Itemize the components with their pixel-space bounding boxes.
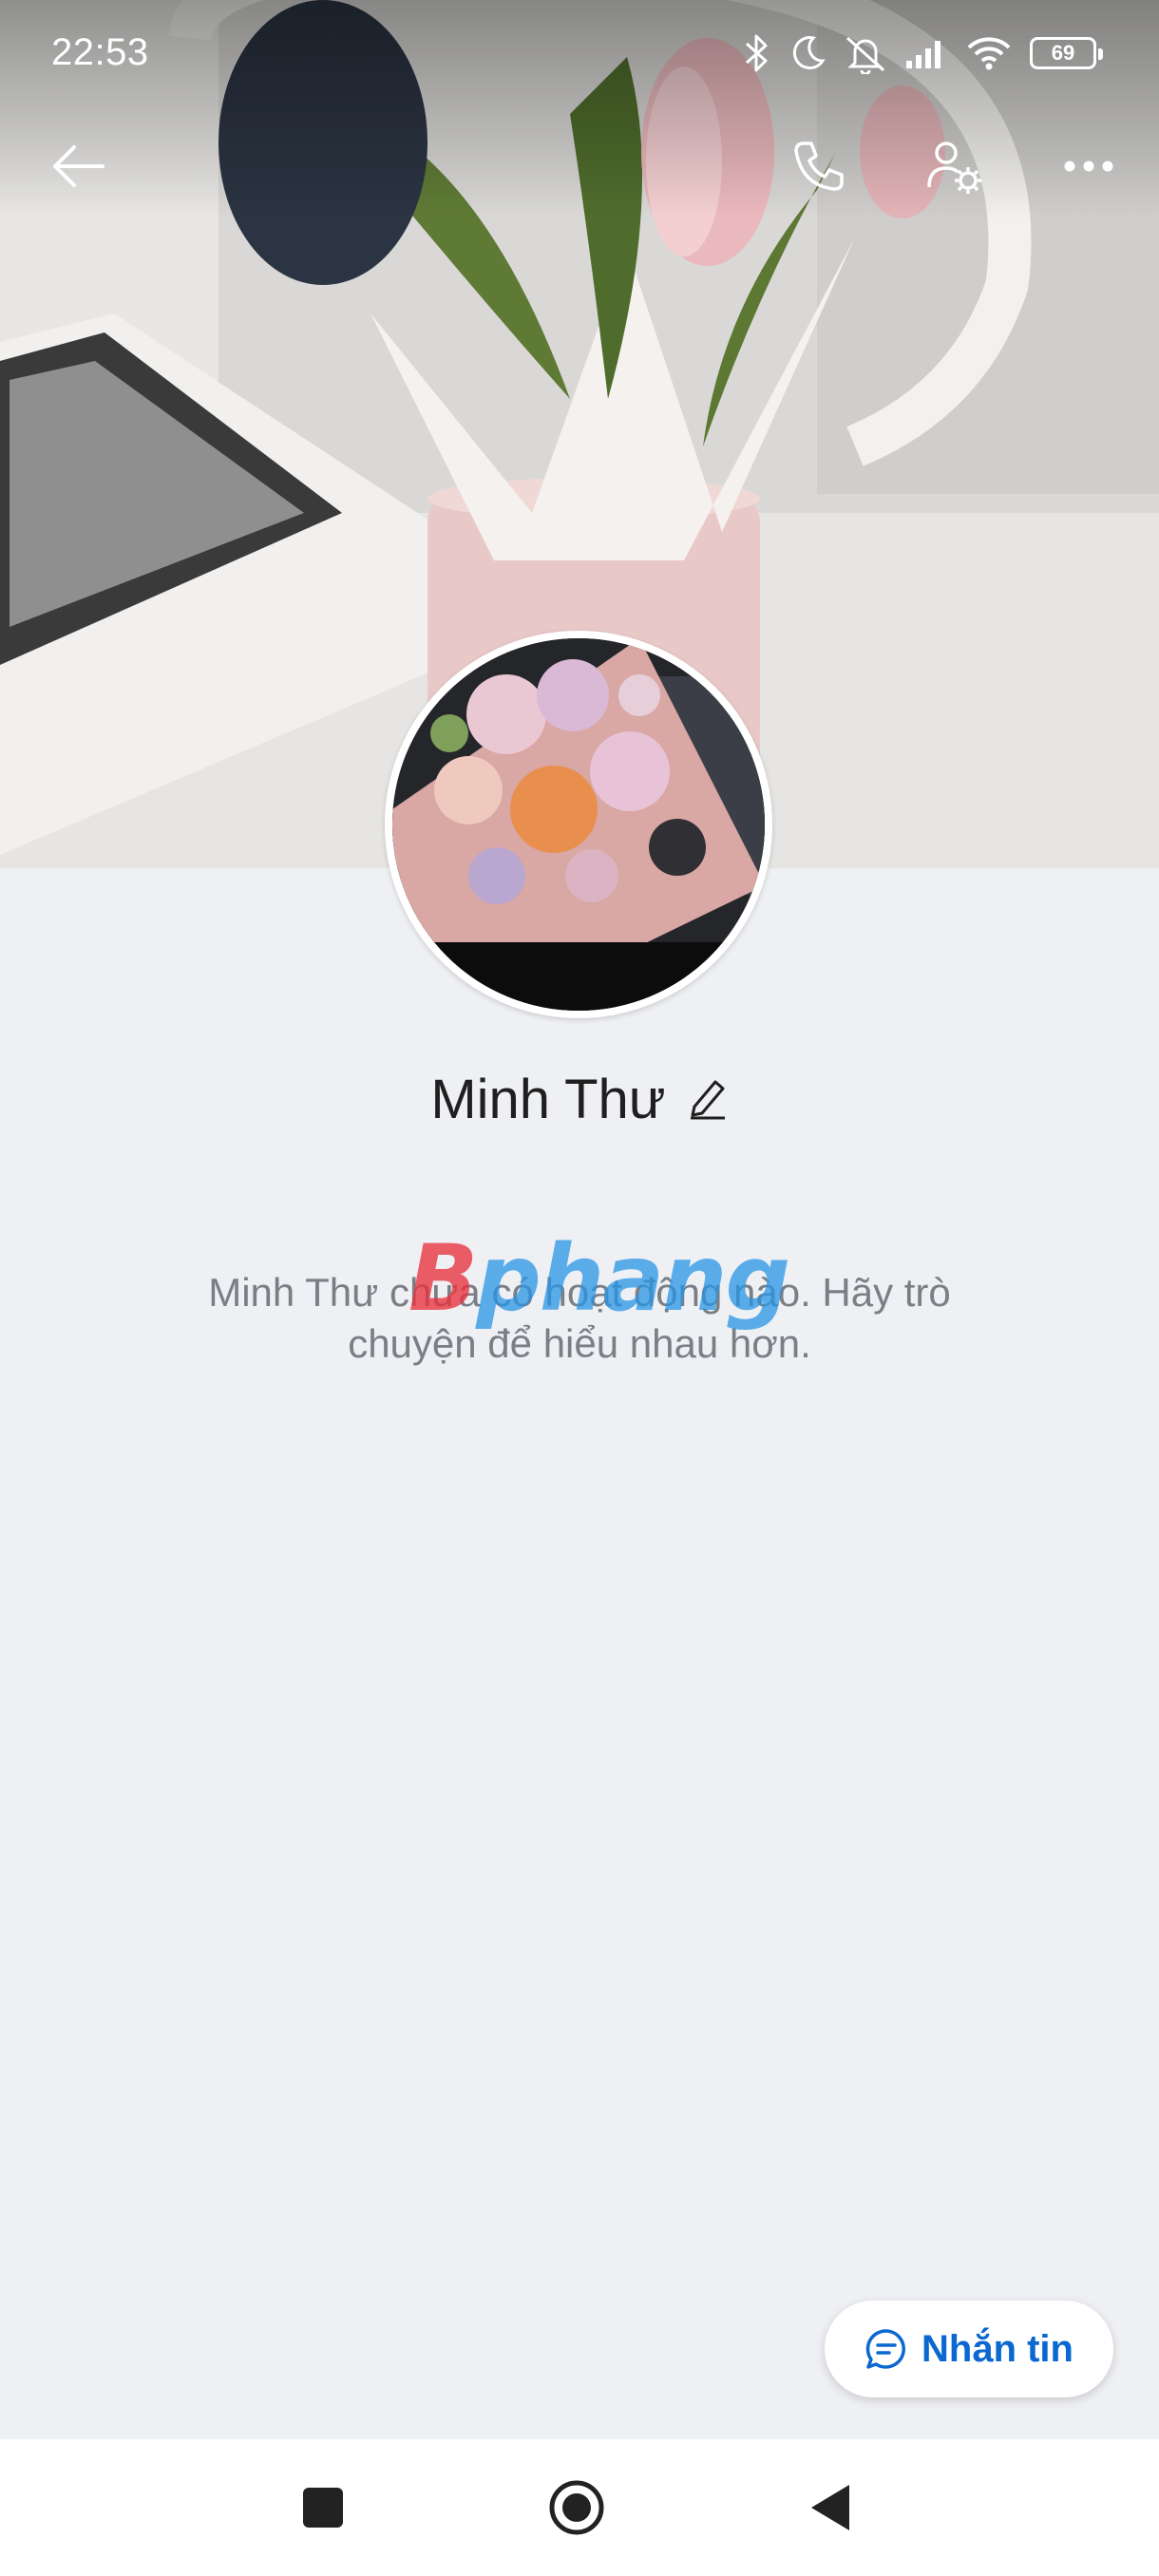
recent-apps-icon xyxy=(303,2488,343,2528)
signal-icon xyxy=(904,36,948,70)
avatar[interactable] xyxy=(385,631,772,1018)
status-icons: 69 xyxy=(743,27,1103,80)
edit-name-button[interactable] xyxy=(687,1074,729,1125)
wifi-icon xyxy=(965,34,1013,72)
message-button[interactable]: Nhắn tin xyxy=(825,2301,1113,2397)
silent-bell-icon xyxy=(844,32,887,74)
phone-icon xyxy=(794,142,844,191)
back-arrow-icon xyxy=(53,145,104,187)
user-settings-icon xyxy=(927,142,981,194)
profile-name-row: Minh Thư xyxy=(0,1056,1159,1142)
home-icon xyxy=(549,2480,604,2535)
bluetooth-icon xyxy=(743,32,771,74)
moon-icon xyxy=(788,34,826,72)
battery-icon: 69 xyxy=(1030,37,1103,69)
recent-apps-button[interactable] xyxy=(285,2470,361,2546)
pencil-icon xyxy=(690,1080,725,1119)
status-time: 22:53 xyxy=(51,30,149,73)
more-icon xyxy=(1064,161,1113,172)
user-settings-button[interactable] xyxy=(916,128,992,204)
home-button[interactable] xyxy=(539,2470,615,2546)
avatar-image xyxy=(392,638,765,1011)
chat-bubble-icon xyxy=(865,2329,905,2369)
nav-back-button[interactable] xyxy=(792,2470,868,2546)
more-button[interactable] xyxy=(1051,128,1127,204)
navigation-bar xyxy=(0,2439,1159,2576)
message-button-label: Nhắn tin xyxy=(922,2327,1074,2370)
empty-activity-message: Minh Thư chưa có hoạt động nào. Hãy trò … xyxy=(208,1270,951,1366)
profile-name: Minh Thư xyxy=(430,1068,666,1130)
back-icon xyxy=(811,2485,849,2530)
back-button[interactable] xyxy=(40,128,116,204)
call-button[interactable] xyxy=(781,128,857,204)
